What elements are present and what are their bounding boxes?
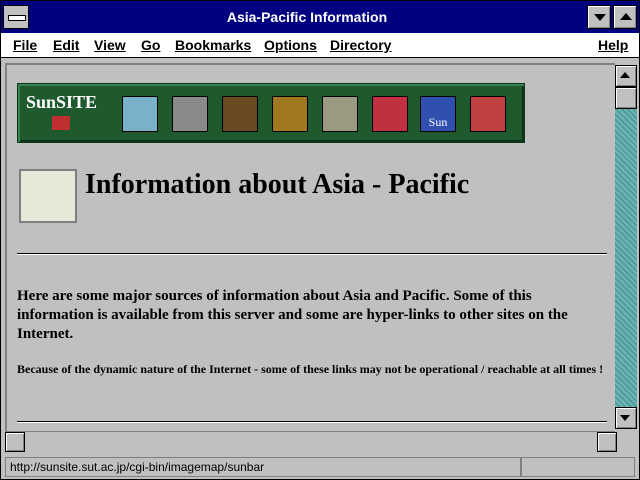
minimize-icon: [594, 14, 606, 21]
mona-lisa-icon[interactable]: [222, 96, 258, 132]
maximize-button[interactable]: [613, 5, 637, 29]
status-progress: [521, 457, 635, 477]
intro-paragraph: Here are some major sources of informati…: [17, 288, 568, 342]
sun-logo-label: Sun: [428, 115, 448, 129]
vertical-scrollbar[interactable]: [615, 65, 637, 429]
status-url: http://sunsite.sut.ac.jp/cgi-bin/imagema…: [5, 457, 521, 477]
flower-basket-icon[interactable]: [272, 96, 308, 132]
horizontal-scrollbar[interactable]: [5, 431, 617, 452]
menu-directory[interactable]: Directory: [330, 37, 391, 53]
menu-go[interactable]: Go: [141, 37, 160, 53]
asia-map-icon[interactable]: [19, 169, 77, 223]
menu-file[interactable]: File: [13, 37, 37, 53]
menu-edit[interactable]: Edit: [53, 37, 79, 53]
page-content: SunSITE Sun Information about Asia - Pac…: [5, 63, 615, 431]
divider-top: [17, 253, 607, 255]
sun-logo-icon[interactable]: Sun: [420, 96, 456, 132]
scroll-right-button[interactable]: [597, 432, 617, 452]
scroll-down-button[interactable]: [615, 407, 637, 429]
map-icon[interactable]: [122, 96, 158, 132]
window-title: Asia-Pacific Information: [226, 9, 388, 25]
menu-view[interactable]: View: [94, 37, 126, 53]
page-title: Information about Asia - Pacific: [85, 169, 470, 200]
sunsite-navbar[interactable]: SunSITE Sun: [17, 83, 525, 143]
scroll-thumb[interactable]: [615, 87, 637, 109]
browser-window: Asia-Pacific Information File Edit View …: [0, 0, 640, 480]
tools-icon[interactable]: [372, 96, 408, 132]
building-icon[interactable]: [322, 96, 358, 132]
computer-icon[interactable]: [172, 96, 208, 132]
system-menu-button[interactable]: [3, 5, 29, 29]
sunsite-logo[interactable]: SunSITE: [26, 92, 97, 113]
minimize-button[interactable]: [587, 5, 611, 29]
menu-bookmarks[interactable]: Bookmarks: [175, 37, 251, 53]
menu-bar: File Edit View Go Bookmarks Options Dire…: [1, 33, 639, 58]
title-bar: Asia-Pacific Information: [1, 1, 639, 33]
menu-help[interactable]: Help: [598, 37, 628, 53]
divider-bottom: [17, 421, 607, 423]
availability-note: Because of the dynamic nature of the Int…: [17, 362, 604, 376]
scroll-up-button[interactable]: [615, 65, 637, 87]
arrow-down-icon: [620, 415, 630, 421]
maximize-icon: [620, 13, 632, 20]
home-icon[interactable]: [52, 116, 70, 130]
menu-options[interactable]: Options: [264, 37, 317, 53]
scroll-left-button[interactable]: [5, 432, 25, 452]
cube-icon[interactable]: [470, 96, 506, 132]
arrow-up-icon: [620, 72, 630, 78]
